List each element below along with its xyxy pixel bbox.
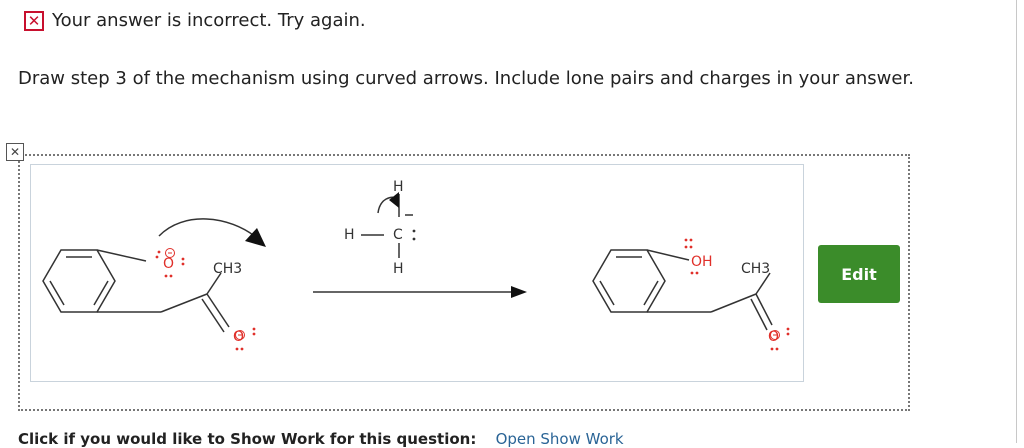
feedback-message: Your answer is incorrect. Try again. [52, 10, 366, 31]
curved-arrow-left [158, 218, 258, 239]
feedback-banner: ✕ Your answer is incorrect. Try again. [24, 10, 366, 31]
page-right-rule [1016, 0, 1017, 443]
reagent-h-left: H [344, 227, 355, 243]
question-text: Draw step 3 of the mechanism using curve… [18, 68, 914, 89]
drawing-canvas[interactable]: O CH3 O H C H H OH CH3 O [30, 164, 804, 382]
reagent-h-bottom: H [393, 261, 404, 277]
oxygen-left-phenoxide: O [163, 256, 174, 272]
close-icon[interactable]: ✕ [6, 143, 24, 161]
hydroxyl-right: OH [691, 254, 713, 270]
show-work-prompt: Click if you would like to Show Work for… [18, 430, 1018, 448]
x-mark-icon: ✕ [24, 10, 44, 31]
arrowhead-reaction [511, 286, 527, 298]
edit-button[interactable]: Edit [818, 245, 900, 303]
show-work-text: Click if you would like to Show Work for… [18, 430, 477, 448]
benzene-ring-right [592, 249, 666, 313]
ch3-right: CH3 [741, 261, 770, 277]
mechanism-svg: O CH3 O H C H H OH CH3 O [42, 179, 790, 351]
open-show-work-link[interactable]: Open Show Work [496, 430, 624, 448]
ch3-left: CH3 [213, 261, 242, 277]
reagent-carbon: C [393, 227, 403, 243]
reagent-h-top: H [393, 179, 404, 195]
benzene-ring-left [42, 249, 116, 313]
